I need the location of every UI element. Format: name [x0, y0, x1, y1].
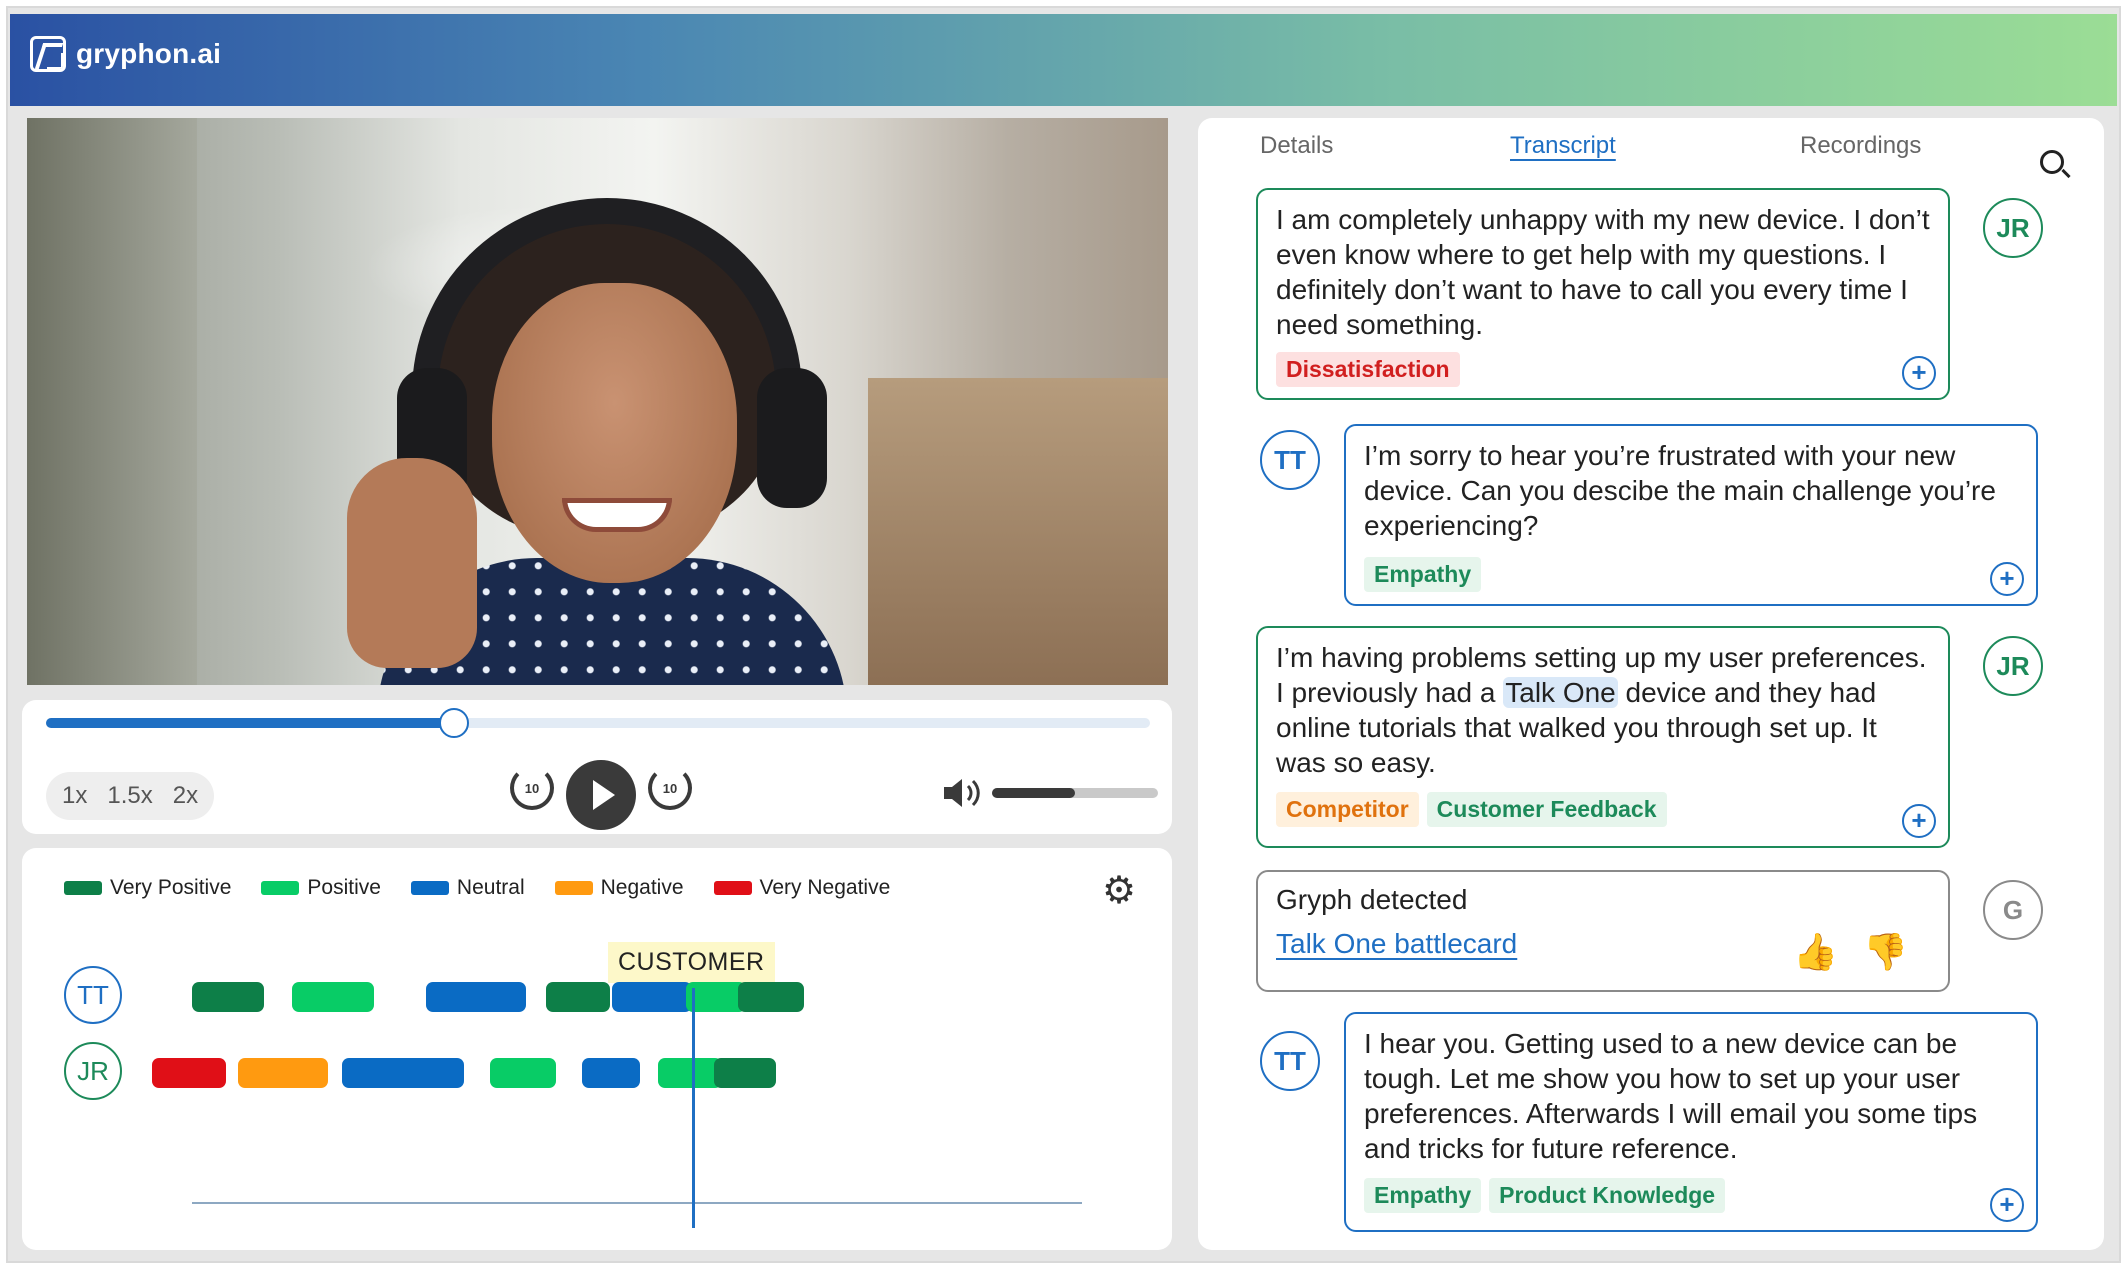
legend-item: Negative — [554, 876, 684, 900]
legend-swatch — [261, 881, 300, 895]
tab-transcript[interactable]: Transcript — [1510, 132, 1616, 160]
sentiment-segment[interactable] — [192, 982, 264, 1012]
legend-label: Very Positive — [110, 876, 232, 899]
legend-swatch — [713, 881, 752, 895]
volume-icon[interactable] — [942, 776, 982, 810]
brand-name: gryphon.ai — [76, 38, 222, 69]
add-icon[interactable]: + — [1902, 356, 1936, 390]
sentiment-segment[interactable] — [612, 982, 692, 1012]
avatar-tt: TT — [1260, 430, 1320, 490]
legend-item: Very Positive — [64, 876, 231, 900]
legend-item: Very Negative — [713, 876, 891, 900]
sentiment-segment[interactable] — [152, 1058, 226, 1088]
sentiment-segment[interactable] — [546, 982, 610, 1012]
legend-label: Positive — [307, 876, 381, 899]
headset-icon — [412, 198, 802, 498]
gear-icon[interactable]: ⚙ — [1102, 872, 1136, 910]
transcript-message: I’m having problems setting up my user p… — [1256, 626, 1950, 848]
sentiment-segment[interactable] — [686, 982, 746, 1012]
progress-fill — [46, 718, 455, 728]
transcript-message: I am completely unhappy with my new devi… — [1256, 188, 1950, 400]
transcript-panel: Details Transcript Recordings I am compl… — [1198, 118, 2104, 1250]
tag-empathy[interactable]: Empathy — [1364, 1178, 1482, 1213]
tag-empathy[interactable]: Empathy — [1364, 557, 1482, 592]
background-blur — [27, 118, 197, 685]
sentiment-legend: Very Positive Positive Neutral Negative Very… — [64, 876, 890, 900]
rewind-10-icon[interactable]: 10 — [510, 766, 554, 810]
sentiment-segment[interactable] — [714, 1058, 776, 1088]
brand-logo[interactable]: gryphon.ai — [30, 36, 221, 72]
legend-swatch — [410, 881, 449, 895]
progress-bar[interactable] — [46, 708, 1150, 738]
highlighted-entity[interactable]: Talk One — [1503, 677, 1618, 708]
lane-avatar-jr: JR — [64, 1042, 122, 1100]
volume-slider[interactable] — [992, 788, 1158, 798]
avatar-jr: JR — [1983, 636, 2043, 696]
background-blur — [868, 378, 1168, 685]
gryphon-logo-icon — [30, 36, 66, 72]
avatar-tt: TT — [1260, 1031, 1320, 1091]
legend-label: Very Negative — [759, 876, 891, 899]
sentiment-segment[interactable] — [342, 1058, 464, 1088]
avatar-gryph: G — [1983, 880, 2043, 940]
sentiment-segment[interactable] — [658, 1058, 722, 1088]
sentiment-segment[interactable] — [238, 1058, 328, 1088]
sentiment-segment[interactable] — [738, 982, 804, 1012]
play-button[interactable] — [566, 760, 636, 830]
legend-item: Positive — [261, 876, 381, 900]
panel-tabs: Details Transcript Recordings — [1198, 132, 2104, 174]
agent-video-subject — [347, 198, 877, 685]
speed-1-5x[interactable]: 1.5x — [107, 782, 152, 810]
playhead-cursor[interactable] — [692, 988, 695, 1228]
lane-avatar-tt: TT — [64, 966, 122, 1024]
playback-speed-selector: 1x 1.5x 2x — [46, 772, 215, 820]
sentiment-segment[interactable] — [582, 1058, 640, 1088]
speed-1x[interactable]: 1x — [62, 782, 87, 810]
thumbs-down-icon[interactable]: 👎 — [1863, 934, 1908, 970]
forward-10-icon[interactable]: 10 — [648, 766, 692, 810]
player-controls: 1x 1.5x 2x 10 10 — [22, 700, 1172, 834]
speed-2x[interactable]: 2x — [173, 782, 198, 810]
avatar-jr: JR — [1983, 198, 2043, 258]
transcript-message: I hear you. Getting used to a new device… — [1344, 1012, 2038, 1232]
sentiment-segment[interactable] — [292, 982, 374, 1012]
tab-details[interactable]: Details — [1260, 132, 1333, 160]
legend-swatch — [64, 881, 102, 895]
add-icon[interactable]: + — [1990, 1188, 2024, 1222]
add-icon[interactable]: + — [1990, 562, 2024, 596]
progress-handle[interactable] — [439, 708, 470, 738]
thumbs-up-icon[interactable]: 👍 — [1793, 934, 1838, 970]
video-frame[interactable] — [27, 118, 1168, 685]
transcript-message: I’m sorry to hear you’re frustrated with… — [1344, 424, 2038, 606]
sentiment-segment[interactable] — [490, 1058, 556, 1088]
customer-marker-label: CUSTOMER — [608, 942, 775, 983]
sentiment-timeline: Very Positive Positive Neutral Negative Very… — [22, 848, 1172, 1250]
legend-label: Neutral — [456, 876, 525, 899]
add-icon[interactable]: + — [1902, 804, 1936, 838]
legend-swatch — [554, 881, 593, 895]
tag-competitor[interactable]: Competitor — [1276, 792, 1419, 827]
tab-recordings[interactable]: Recordings — [1800, 132, 1921, 160]
legend-label: Negative — [600, 876, 684, 899]
legend-item: Neutral — [410, 876, 525, 900]
tag-dissatisfaction[interactable]: Dissatisfaction — [1276, 352, 1460, 387]
timeline-axis — [192, 1202, 1082, 1204]
tag-customer-feedback[interactable]: Customer Feedback — [1426, 792, 1667, 827]
search-icon[interactable] — [2040, 150, 2064, 174]
top-bar: gryphon.ai — [10, 14, 2117, 106]
tag-product-knowledge[interactable]: Product Knowledge — [1489, 1178, 1726, 1213]
gryph-detected-card: Gryph detected Talk One battlecard 👍 👎 — [1256, 870, 1950, 992]
sentiment-segment[interactable] — [426, 982, 526, 1012]
volume-level — [992, 788, 1075, 798]
